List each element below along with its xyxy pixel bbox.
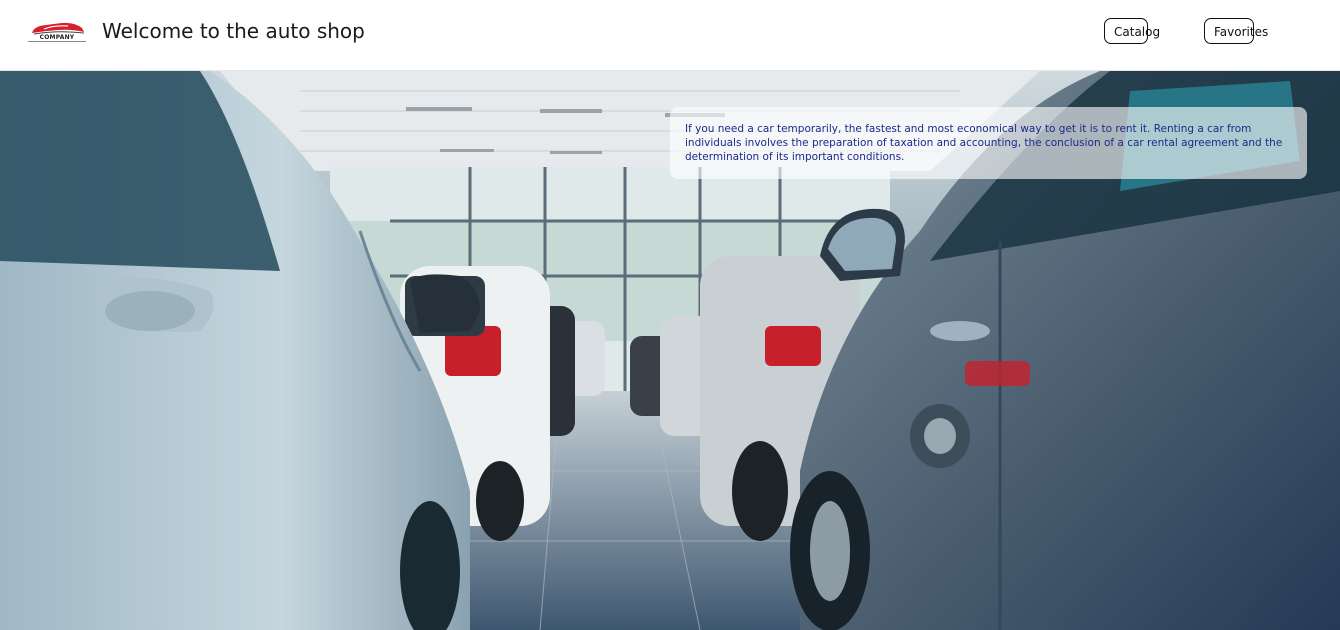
site-header: COMPANY Welcome to the auto shop Catalog… [0, 0, 1340, 71]
logo-wordmark: COMPANY [39, 34, 75, 41]
info-panel: If you need a car temporarily, the faste… [670, 107, 1307, 179]
favorites-button[interactable]: Favorites [1204, 18, 1268, 44]
rental-info-text: If you need a car temporarily, the faste… [685, 123, 1283, 163]
company-logo[interactable]: COMPANY [28, 20, 88, 44]
catalog-button[interactable]: Catalog [1104, 18, 1160, 44]
page-title: Welcome to the auto shop [102, 19, 365, 43]
logo-underline [28, 41, 86, 42]
